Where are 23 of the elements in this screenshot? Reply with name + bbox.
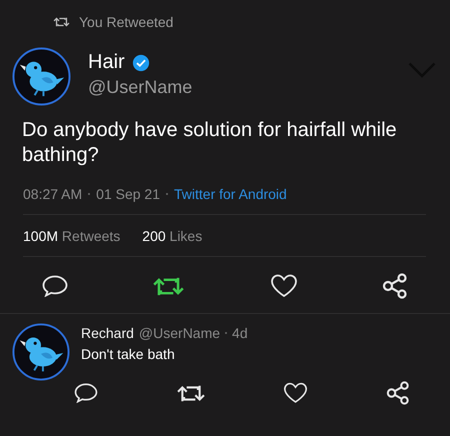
tweet-text: Do anybody have solution for hairfall while bathing? [21, 118, 398, 168]
comment-icon[interactable] [42, 275, 68, 297]
retweet-icon [53, 16, 70, 28]
tweet-date: 01 Sep 21 [96, 186, 160, 202]
share-icon[interactable] [386, 381, 410, 405]
tweet-time: 08:27 AM [23, 186, 82, 202]
share-icon[interactable] [382, 273, 408, 299]
reply-age: 4d [232, 325, 248, 341]
heart-icon[interactable] [283, 382, 308, 404]
heart-icon[interactable] [270, 274, 298, 298]
comment-icon[interactable] [74, 383, 98, 403]
retweet-icon[interactable] [152, 276, 186, 296]
user-name: Hair [88, 51, 125, 74]
bird-avatar-icon [12, 47, 71, 106]
user-handle: @UserName [88, 77, 192, 98]
retweet-count[interactable]: 100M Retweets [23, 228, 120, 244]
source-link[interactable]: Twitter for Android [174, 186, 287, 202]
reply-author-name: Rechard [81, 325, 134, 341]
reply-text: Don't take bath [81, 346, 176, 362]
retweet-banner-text: You Retweeted [79, 14, 174, 30]
reply-author-handle: @UserName [138, 325, 220, 341]
like-count[interactable]: 200 Likes [142, 228, 202, 244]
bird-avatar-icon [12, 323, 70, 381]
